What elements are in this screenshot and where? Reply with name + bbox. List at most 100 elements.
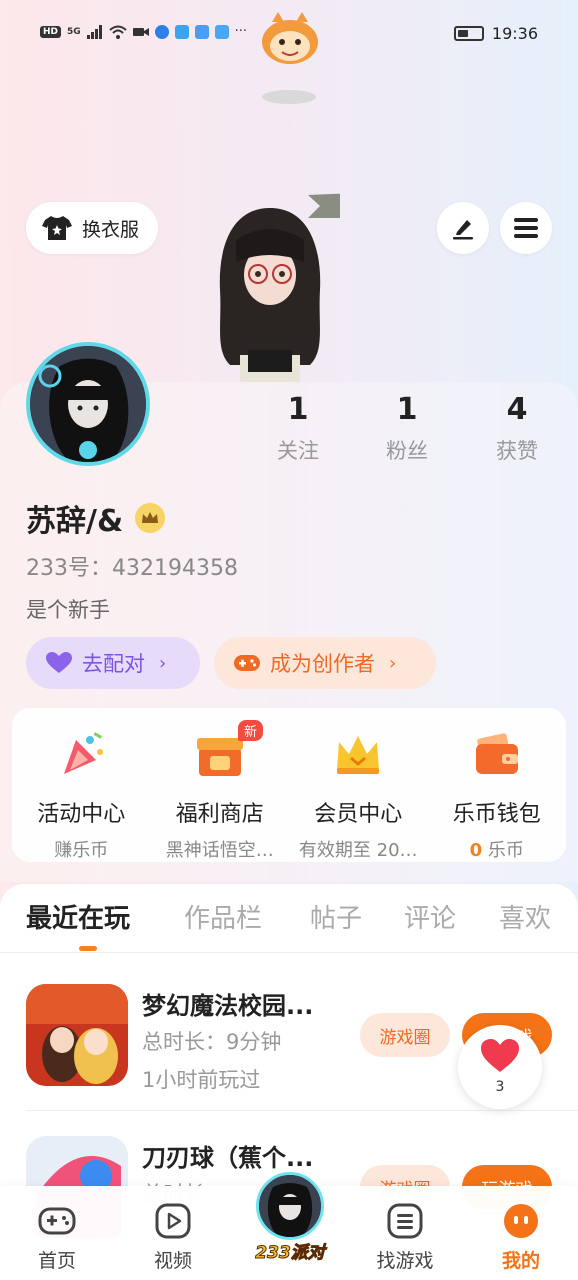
hd-indicator: HD: [40, 25, 62, 38]
nav-mine-label: 我的: [501, 1250, 540, 1272]
username: 苏辞/&: [26, 496, 166, 540]
tab-works[interactable]: 作品栏: [184, 898, 262, 935]
chevron-right-icon: ›: [159, 652, 167, 674]
menu-button[interactable]: [500, 202, 552, 254]
game-duration: 总时长：9分钟: [142, 1030, 282, 1054]
coin-wallet-title: 乐币钱包: [452, 802, 541, 827]
signal-icon: [86, 24, 102, 39]
nav-mine[interactable]: 我的: [476, 1186, 566, 1273]
status-bar: HD 5G ··· 19:36: [0, 0, 578, 70]
party-avatar: [256, 1172, 324, 1240]
signal-label: 5G: [67, 26, 81, 37]
coin-unit: 乐币: [487, 840, 524, 861]
go-match-button[interactable]: 去配对 ›: [26, 637, 200, 689]
game-circle-button[interactable]: 游戏圈: [360, 1013, 450, 1057]
nav-home[interactable]: 首页: [12, 1186, 102, 1273]
nav-video-label: 视频: [153, 1250, 192, 1272]
gamepad-icon: [234, 655, 260, 671]
status-icons-right: 19:36: [453, 24, 538, 43]
character-avatar[interactable]: [200, 190, 340, 385]
chevron-right-icon: ›: [389, 652, 397, 674]
following-label: 关注: [277, 439, 319, 463]
crown-icon: [337, 736, 380, 774]
active-tab-indicator: [79, 946, 97, 951]
vip-center-sub: 有效期至 20…: [298, 840, 418, 861]
change-outfit-button[interactable]: 换衣服: [26, 202, 158, 254]
game-title: 刀刃球（蕉个...: [142, 1144, 314, 1172]
activity-center-title: 活动中心: [37, 802, 126, 827]
game-last-played: 1小时前玩过: [142, 1068, 261, 1092]
monkey-mascot-icon[interactable]: [258, 12, 322, 66]
list-nav-icon: [385, 1202, 425, 1240]
tab-recently-played[interactable]: 最近在玩: [26, 898, 130, 935]
welfare-shop-entry[interactable]: 新 福利商店 黑神话悟空…: [151, 708, 290, 862]
party-popper-icon: [64, 732, 104, 774]
tab-divider: [0, 952, 578, 953]
crown-badge-icon[interactable]: [135, 503, 166, 533]
like-count: 3: [495, 1079, 505, 1095]
wifi-icon: [109, 25, 127, 39]
shortcut-panel: 活动中心 赚乐币 新 福利商店 黑神话悟空… 会员中心 有效期至 20… 乐币钱…: [12, 708, 566, 862]
following-count: 1: [287, 392, 309, 427]
avatar-shadow: [262, 90, 316, 104]
profile-tabs: 最近在玩 作品栏 帖子 评论 喜欢: [0, 898, 578, 950]
nav-home-label: 首页: [37, 1250, 76, 1272]
heart-icon: [481, 1039, 519, 1072]
welfare-shop-sub: 黑神话悟空…: [165, 840, 274, 861]
stat-followers[interactable]: 1 粉丝: [352, 392, 462, 465]
gamepad-nav-icon: [37, 1202, 77, 1240]
edit-icon: [453, 220, 473, 240]
face-nav-icon: [501, 1202, 541, 1240]
nav-find-games[interactable]: 找游戏: [360, 1186, 450, 1273]
activity-center-entry[interactable]: 活动中心 赚乐币: [12, 708, 151, 862]
message-notification-icon: [174, 24, 189, 39]
battery-icon: [453, 26, 484, 41]
coin-balance: 0: [469, 840, 483, 861]
row-divider: [26, 1110, 578, 1111]
nav-party-label: 233派对: [255, 1243, 326, 1264]
welfare-shop-title: 福利商店: [175, 802, 264, 827]
user-id: 233号：432194358: [26, 556, 238, 581]
clock: 19:36: [491, 24, 538, 43]
weather-notification-icon: [214, 24, 229, 39]
camera-icon: [132, 27, 149, 36]
vip-center-title: 会员中心: [314, 802, 403, 827]
tab-posts[interactable]: 帖子: [310, 898, 362, 935]
game-thumbnail[interactable]: [26, 984, 128, 1086]
activity-center-sub: 赚乐币: [54, 840, 109, 861]
stat-following[interactable]: 1 关注: [243, 392, 353, 465]
game-cover-image: [26, 984, 128, 1086]
vip-center-entry[interactable]: 会员中心 有效期至 20…: [289, 708, 428, 862]
heart-match-icon: [46, 652, 72, 673]
edit-profile-button[interactable]: [437, 202, 489, 254]
likes-count: 4: [506, 392, 528, 427]
wallet-icon: [475, 733, 518, 774]
change-outfit-label: 换衣服: [82, 218, 140, 241]
nav-find-label: 找游戏: [376, 1250, 434, 1272]
become-creator-button[interactable]: 成为创作者 ›: [214, 637, 436, 689]
coin-wallet-entry[interactable]: 乐币钱包 0 乐币: [428, 708, 567, 862]
video-nav-icon: [153, 1202, 193, 1240]
floating-like-button[interactable]: 3: [458, 1025, 542, 1109]
go-match-label: 去配对: [82, 652, 145, 676]
status-icons-left: HD 5G ···: [40, 24, 247, 39]
user-bio: 是个新手: [26, 598, 110, 622]
game-title: 梦幻魔法校园...: [142, 992, 314, 1020]
app-notification-icon: [154, 24, 169, 39]
more-notifications: ···: [234, 24, 248, 39]
user-avatar[interactable]: [26, 342, 150, 466]
tab-likes[interactable]: 喜欢: [499, 898, 551, 935]
followers-label: 粉丝: [386, 439, 428, 463]
avatar-image: [30, 346, 146, 462]
nav-video[interactable]: 视频: [128, 1186, 218, 1273]
tshirt-icon: [42, 216, 72, 240]
tab-comments[interactable]: 评论: [404, 898, 456, 935]
cloud-notification-icon: [194, 24, 209, 39]
coin-wallet-sub: 0 乐币: [428, 836, 567, 862]
become-creator-label: 成为创作者: [270, 652, 375, 676]
nav-party[interactable]: 233派对: [248, 1172, 332, 1270]
followers-count: 1: [396, 392, 418, 427]
new-badge: 新: [237, 720, 263, 741]
username-text: 苏辞/&: [26, 504, 124, 539]
stat-likes[interactable]: 4 获赞: [462, 392, 572, 465]
